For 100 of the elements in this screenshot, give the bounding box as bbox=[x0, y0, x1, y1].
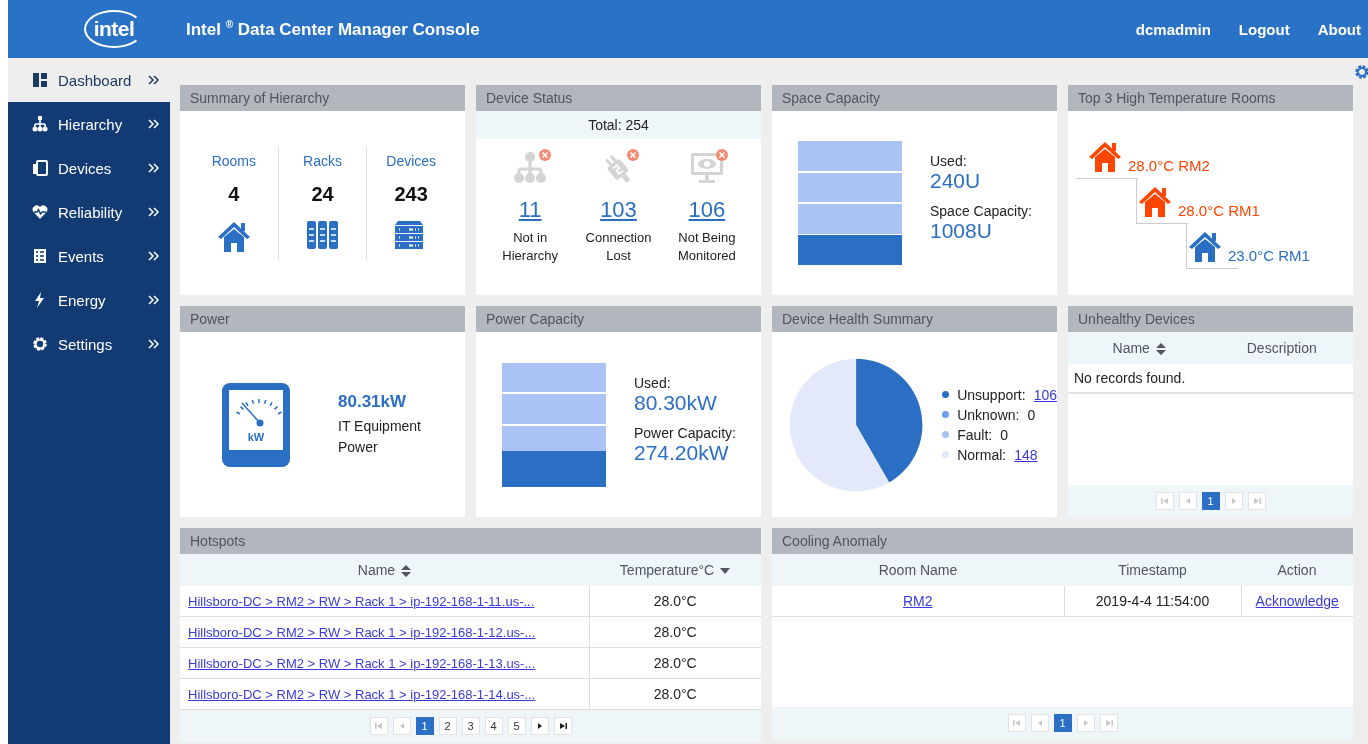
table-cell: 28.0°C bbox=[589, 586, 761, 617]
used-value: 80.30kW bbox=[634, 390, 718, 415]
used-label: Used: bbox=[634, 374, 672, 391]
status-label: Connection Lost bbox=[584, 229, 653, 265]
double-chevron-icon bbox=[148, 207, 160, 217]
page-button[interactable]: 1 bbox=[1201, 492, 1220, 510]
double-chevron-icon bbox=[148, 119, 160, 129]
first-page-icon bbox=[1160, 497, 1169, 505]
first-page-icon bbox=[374, 722, 383, 730]
hierarchy-icon bbox=[32, 116, 48, 132]
stat-value: 24 bbox=[311, 182, 334, 206]
power-label: IT Equipment Power bbox=[338, 416, 422, 457]
card-title: Unhealthy Devices bbox=[1068, 306, 1353, 332]
count-link[interactable]: 103 bbox=[600, 197, 637, 223]
room-link[interactable]: RM2 bbox=[902, 593, 933, 609]
column-header[interactable]: Name bbox=[1068, 332, 1211, 364]
legend-label: Unknown bbox=[957, 406, 1016, 423]
card-title: Summary of Hierarchy bbox=[180, 85, 465, 111]
column-header[interactable]: Name bbox=[180, 554, 589, 586]
power-value: 80.31kW bbox=[338, 391, 408, 412]
total-count: Total: 254 bbox=[476, 111, 761, 139]
next-icon bbox=[535, 722, 544, 730]
page-button[interactable]: 3 bbox=[461, 717, 480, 735]
count-link[interactable]: 148 bbox=[1014, 446, 1038, 463]
error-badge-icon bbox=[627, 149, 640, 161]
device-path-link[interactable]: Hillsboro-DC > RM2 > RW > Rack 1 > ip-192-168-1-12.us-... bbox=[188, 624, 536, 640]
legend-separator: : bbox=[1021, 386, 1026, 403]
used-value: 240U bbox=[930, 169, 982, 193]
gauge-icon bbox=[220, 380, 292, 469]
capacity-value: 1008U bbox=[930, 219, 993, 243]
room-temperature: 23.0°C RM1 bbox=[1228, 247, 1310, 264]
nav-item[interactable]: Settings bbox=[8, 322, 170, 366]
header-link[interactable]: dcmadmin bbox=[1135, 20, 1211, 38]
count-link[interactable]: 11 bbox=[518, 197, 542, 223]
next-icon bbox=[1229, 497, 1238, 505]
card-title: Space Capacity bbox=[772, 85, 1057, 111]
column-header[interactable]: Action bbox=[1241, 554, 1353, 586]
nav-item[interactable]: Dashboard bbox=[8, 58, 170, 102]
card-title: Power bbox=[180, 306, 465, 332]
card-title: Device Status bbox=[476, 85, 761, 111]
error-badge-icon bbox=[715, 149, 728, 161]
stat-label: Devices bbox=[386, 152, 437, 169]
table-cell: 2019-4-4 11:54:00 bbox=[1064, 586, 1241, 617]
nav-item[interactable]: Events bbox=[8, 234, 170, 278]
dashboard-icon bbox=[32, 72, 48, 88]
capacity-value: 274.20kW bbox=[634, 440, 729, 465]
page-button[interactable]: 1 bbox=[415, 717, 434, 735]
device-path-link[interactable]: Hillsboro-DC > RM2 > RW > Rack 1 > ip-192-168-1-14.us-... bbox=[188, 686, 536, 702]
app-title: Intel $^{®}$ Data Center Manager Console bbox=[186, 18, 481, 40]
page-button[interactable]: 1 bbox=[1053, 714, 1072, 732]
next-page-button[interactable] bbox=[530, 717, 549, 735]
column-header[interactable]: Room Name bbox=[772, 554, 1064, 586]
capacity-label: Space Capacity: bbox=[930, 203, 1032, 219]
devices-icon bbox=[32, 160, 48, 176]
column-header[interactable]: Description bbox=[1210, 332, 1353, 364]
stat-label: Rooms bbox=[211, 152, 256, 169]
list-icon bbox=[32, 248, 48, 264]
column-header[interactable]: Temperature°C bbox=[589, 554, 761, 586]
used-label: Used: bbox=[930, 153, 968, 169]
page-button[interactable]: 2 bbox=[438, 717, 457, 735]
last-page-icon bbox=[1104, 719, 1113, 727]
column-header[interactable]: Timestamp bbox=[1064, 554, 1241, 586]
house-icon bbox=[216, 219, 251, 254]
double-chevron-icon bbox=[148, 339, 160, 349]
double-chevron-icon bbox=[148, 251, 160, 261]
nav-item[interactable]: Reliability bbox=[8, 190, 170, 234]
error-badge-icon bbox=[539, 149, 552, 161]
capacity-label: Power Capacity: bbox=[634, 424, 736, 441]
settings-icon[interactable] bbox=[1354, 64, 1368, 80]
last-page-button[interactable] bbox=[553, 717, 572, 735]
status-label: Not in Hierarchy bbox=[501, 229, 559, 265]
count-link[interactable]: 106 bbox=[1033, 386, 1057, 403]
monitor-eye-error-icon bbox=[689, 151, 724, 185]
legend-label: Unsupport bbox=[957, 386, 1022, 403]
table-cell: 28.0°C bbox=[589, 616, 761, 648]
device-path-link[interactable]: Hillsboro-DC > RM2 > RW > Rack 1 > ip-192-168-1-11.us-... bbox=[188, 593, 535, 609]
legend-value: 0 bbox=[1000, 426, 1008, 443]
nav-item[interactable]: Energy bbox=[8, 278, 170, 322]
legend-separator: : bbox=[988, 426, 993, 443]
stat-label: Racks bbox=[303, 152, 342, 169]
next-icon bbox=[1081, 719, 1090, 727]
card-title: Hotspots bbox=[180, 528, 761, 554]
last-page-icon bbox=[558, 722, 567, 730]
room-temperature: 28.0°C RM1 bbox=[1178, 202, 1260, 219]
first-page-icon bbox=[1012, 719, 1021, 727]
device-path-link[interactable]: Hillsboro-DC > RM2 > RW > Rack 1 > ip-192-168-1-13.us-... bbox=[188, 655, 536, 671]
table-cell: 28.0°C bbox=[589, 678, 761, 710]
nav-item[interactable]: Hierarchy bbox=[8, 102, 170, 146]
page-button[interactable]: 4 bbox=[484, 717, 503, 735]
double-chevron-icon bbox=[148, 163, 160, 173]
settings-icon bbox=[32, 336, 48, 352]
header-link[interactable]: Logout bbox=[1238, 20, 1290, 38]
acknowledge-link[interactable]: Acknowledge bbox=[1255, 593, 1339, 609]
nav-item[interactable]: Devices bbox=[8, 146, 170, 190]
header-link[interactable]: About bbox=[1317, 20, 1361, 38]
gauge-unit: kW bbox=[246, 430, 266, 443]
double-chevron-icon bbox=[148, 75, 160, 85]
page-button[interactable]: 5 bbox=[507, 717, 526, 735]
count-link[interactable]: 106 bbox=[688, 197, 726, 223]
double-chevron-icon bbox=[148, 295, 160, 305]
